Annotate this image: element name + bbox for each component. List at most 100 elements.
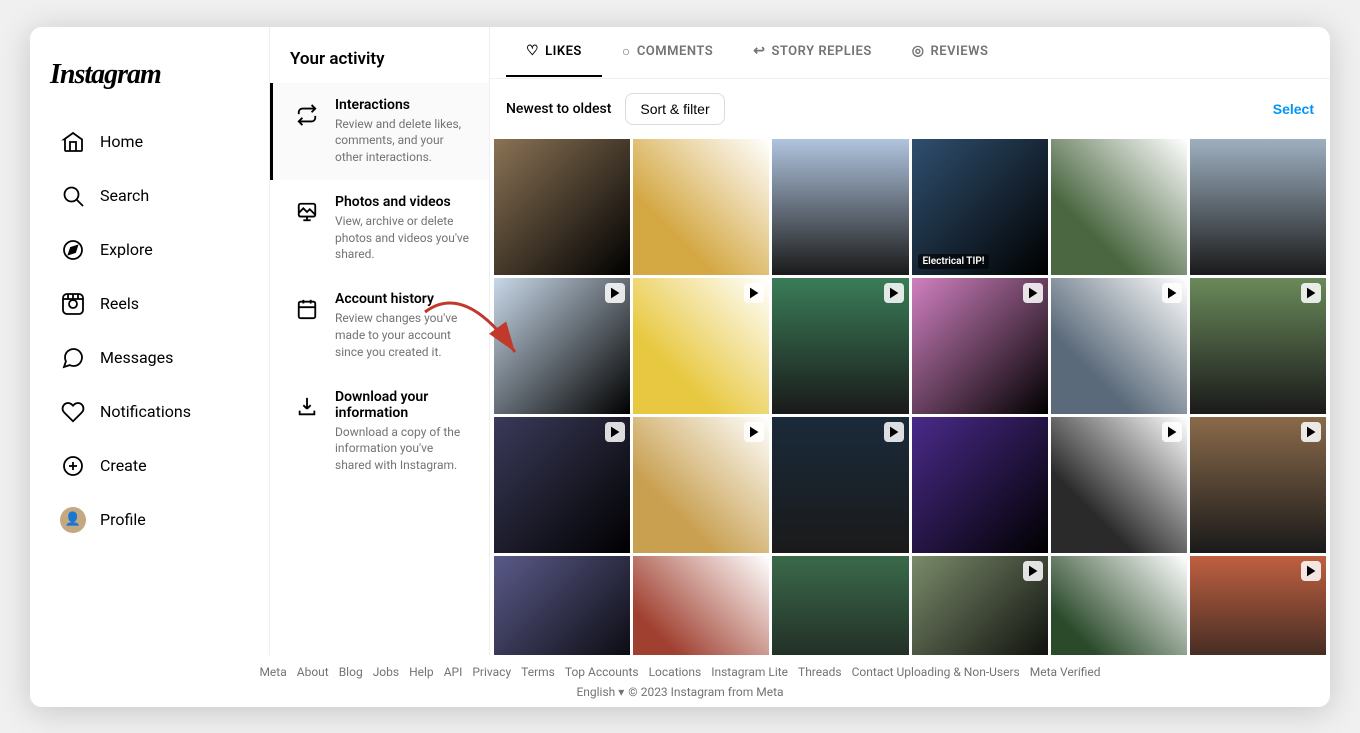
reels-icon — [60, 291, 86, 317]
footer-link[interactable]: Privacy — [472, 665, 511, 679]
sidebar-item-label-create: Create — [100, 456, 147, 475]
footer-link[interactable]: Meta Verified — [1030, 665, 1101, 679]
search-icon — [60, 183, 86, 209]
activity-item-account-history[interactable]: Account history Review changes you've ma… — [270, 277, 489, 374]
sidebar-item-profile[interactable]: 👤 Profile — [40, 495, 259, 545]
footer-link[interactable]: Blog — [339, 665, 363, 679]
chevron-down-icon: ▾ — [618, 685, 624, 699]
activity-item-desc-download: Download a copy of the information you'v… — [335, 424, 471, 474]
footer-link[interactable]: About — [297, 665, 329, 679]
activity-header: Your activity — [270, 27, 489, 83]
messages-icon — [60, 345, 86, 371]
likes-tab-icon: ♡ — [526, 43, 539, 59]
grid-cell[interactable] — [1190, 417, 1326, 553]
footer-link[interactable]: Locations — [649, 665, 702, 679]
grid-cell[interactable]: Electrical TIP! — [912, 139, 1048, 275]
footer-links: Meta About Blog Jobs Help API Privacy Terms Top … — [30, 665, 1330, 679]
activity-item-desc-interactions: Review and delete likes, comments, and y… — [335, 116, 471, 166]
footer-link[interactable]: Jobs — [373, 665, 399, 679]
video-indicator-icon — [1301, 561, 1321, 581]
grid-cell[interactable] — [1051, 139, 1187, 275]
sidebar: Instagram Home Search — [30, 27, 270, 707]
copyright: © 2023 Instagram from Meta — [628, 685, 783, 699]
grid-cell[interactable] — [912, 417, 1048, 553]
video-indicator-icon — [605, 283, 625, 303]
explore-icon — [60, 237, 86, 263]
sidebar-item-messages[interactable]: Messages — [40, 333, 259, 383]
footer-link[interactable]: Threads — [798, 665, 842, 679]
footer-link[interactable]: Meta — [259, 665, 286, 679]
sort-filter-button[interactable]: Sort & filter — [625, 93, 724, 125]
grid-cell[interactable] — [494, 139, 630, 275]
home-icon — [60, 129, 86, 155]
logo: Instagram — [30, 43, 269, 115]
footer-link[interactable]: Instagram Lite — [711, 665, 788, 679]
video-indicator-icon — [1023, 283, 1043, 303]
grid-cell[interactable] — [772, 278, 908, 414]
activity-item-title-interactions: Interactions — [335, 97, 471, 113]
sidebar-item-label-home: Home — [100, 132, 143, 151]
activity-item-photos-videos[interactable]: Photos and videos View, archive or delet… — [270, 180, 489, 277]
footer-link[interactable]: Help — [409, 665, 434, 679]
content-panel: ♡ LIKES ○ COMMENTS ↩ STORY REPLIES ◎ REV… — [490, 27, 1330, 707]
video-indicator-icon — [744, 283, 764, 303]
grid-cell-image — [772, 139, 908, 275]
grid-cell[interactable] — [912, 278, 1048, 414]
activity-item-desc-account: Review changes you've made to your accou… — [335, 310, 471, 360]
avatar: 👤 — [60, 507, 86, 533]
video-indicator-icon — [884, 422, 904, 442]
activity-item-interactions[interactable]: Interactions Review and delete likes, co… — [270, 83, 489, 180]
tab-likes[interactable]: ♡ LIKES — [506, 27, 602, 77]
video-indicator-icon — [1301, 422, 1321, 442]
sidebar-item-search[interactable]: Search — [40, 171, 259, 221]
footer-language: English ▾ © 2023 Instagram from Meta — [30, 685, 1330, 699]
grid-cell[interactable] — [633, 139, 769, 275]
footer-link[interactable]: Terms — [521, 665, 555, 679]
photo-grid: Electrical TIP! — [490, 139, 1330, 707]
sidebar-item-home[interactable]: Home — [40, 117, 259, 167]
grid-cell[interactable] — [633, 278, 769, 414]
reviews-tab-icon: ◎ — [912, 43, 925, 59]
grid-cell[interactable] — [1190, 139, 1326, 275]
tab-reviews[interactable]: ◎ REVIEWS — [892, 27, 1009, 77]
tab-story-replies-label: STORY REPLIES — [771, 44, 871, 59]
language-label: English — [576, 685, 615, 699]
grid-cell[interactable] — [1051, 417, 1187, 553]
select-button[interactable]: Select — [1273, 101, 1314, 117]
sidebar-item-explore[interactable]: Explore — [40, 225, 259, 275]
sidebar-item-create[interactable]: Create — [40, 441, 259, 491]
grid-cell-image — [1190, 139, 1326, 275]
sidebar-item-label-reels: Reels — [100, 294, 139, 313]
grid-cell[interactable] — [1051, 278, 1187, 414]
activity-item-title-download: Download your information — [335, 389, 471, 421]
sidebar-item-reels[interactable]: Reels — [40, 279, 259, 329]
footer-link[interactable]: API — [444, 665, 463, 679]
language-selector[interactable]: English ▾ — [576, 685, 624, 699]
activity-item-title-photos: Photos and videos — [335, 194, 471, 210]
grid-cell[interactable] — [494, 417, 630, 553]
sidebar-item-label-messages: Messages — [100, 348, 173, 367]
create-icon — [60, 453, 86, 479]
grid-cell[interactable] — [633, 417, 769, 553]
tab-likes-label: LIKES — [545, 44, 582, 59]
sidebar-item-notifications[interactable]: Notifications — [40, 387, 259, 437]
grid-cell-image — [494, 139, 630, 275]
activity-item-download[interactable]: Download your information Download a cop… — [270, 375, 489, 488]
grid-cell-image — [633, 139, 769, 275]
footer-link[interactable]: Top Accounts — [565, 665, 639, 679]
main-content: Your activity Interactions Review and de… — [270, 27, 1330, 707]
grid-cell[interactable] — [772, 417, 908, 553]
footer-link[interactable]: Contact Uploading & Non-Users — [852, 665, 1020, 679]
tab-comments[interactable]: ○ COMMENTS — [602, 27, 733, 78]
toolbar: Newest to oldest Sort & filter Select — [490, 79, 1330, 139]
video-indicator-icon — [1162, 283, 1182, 303]
tab-story-replies[interactable]: ↩ STORY REPLIES — [733, 27, 892, 77]
activity-item-desc-photos: View, archive or delete photos and video… — [335, 213, 471, 263]
grid-cell[interactable] — [772, 139, 908, 275]
grid-cell[interactable] — [1190, 278, 1326, 414]
activity-panel: Your activity Interactions Review and de… — [270, 27, 490, 707]
grid-cell[interactable] — [494, 278, 630, 414]
video-indicator-icon — [605, 422, 625, 442]
grid-cell-image — [1051, 139, 1187, 275]
sidebar-item-label-notifications: Notifications — [100, 402, 191, 421]
